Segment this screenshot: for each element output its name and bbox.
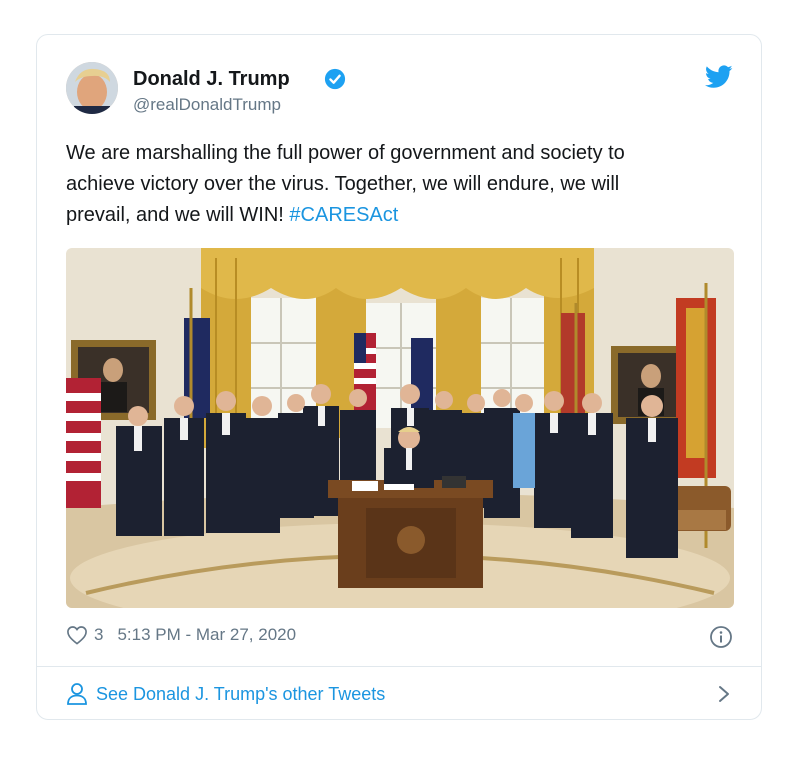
oval-office-photo — [66, 248, 734, 608]
tweet-text-line: prevail, and we will WIN! #CARESAct — [66, 200, 736, 231]
verified-badge-icon — [324, 68, 346, 90]
tweet-card: Donald J. Trump @realDonaldTrump We are … — [36, 34, 762, 720]
other-tweets-label[interactable]: See Donald J. Trump's other Tweets — [96, 684, 385, 705]
other-tweets-link[interactable]: See Donald J. Trump's other Tweets — [66, 679, 734, 709]
tweet-text: We are marshalling the full power of gov… — [66, 138, 736, 231]
author-handle[interactable]: @realDonaldTrump — [133, 95, 281, 115]
tweet-text-line-end: prevail, and we will WIN! — [66, 204, 290, 226]
divider — [37, 666, 761, 667]
tweet-photo[interactable] — [66, 248, 734, 608]
hashtag-link[interactable]: #CARESAct — [289, 204, 398, 226]
chevron-right-icon[interactable] — [714, 682, 734, 706]
tweet-meta: 3 5:13 PM - Mar 27, 2020 — [66, 625, 296, 645]
tweet-text-line: achieve victory over the virus. Together… — [66, 173, 620, 195]
person-icon — [67, 683, 87, 705]
tweet-timestamp[interactable]: 5:13 PM - Mar 27, 2020 — [117, 625, 296, 645]
heart-icon[interactable] — [66, 625, 88, 645]
twitter-bird-icon[interactable] — [705, 65, 733, 89]
avatar[interactable] — [66, 62, 118, 114]
info-icon[interactable] — [709, 625, 733, 649]
author-name[interactable]: Donald J. Trump — [133, 68, 290, 91]
like-count: 3 — [94, 625, 104, 644]
tweet-text-line: We are marshalling the full power of gov… — [66, 142, 625, 164]
